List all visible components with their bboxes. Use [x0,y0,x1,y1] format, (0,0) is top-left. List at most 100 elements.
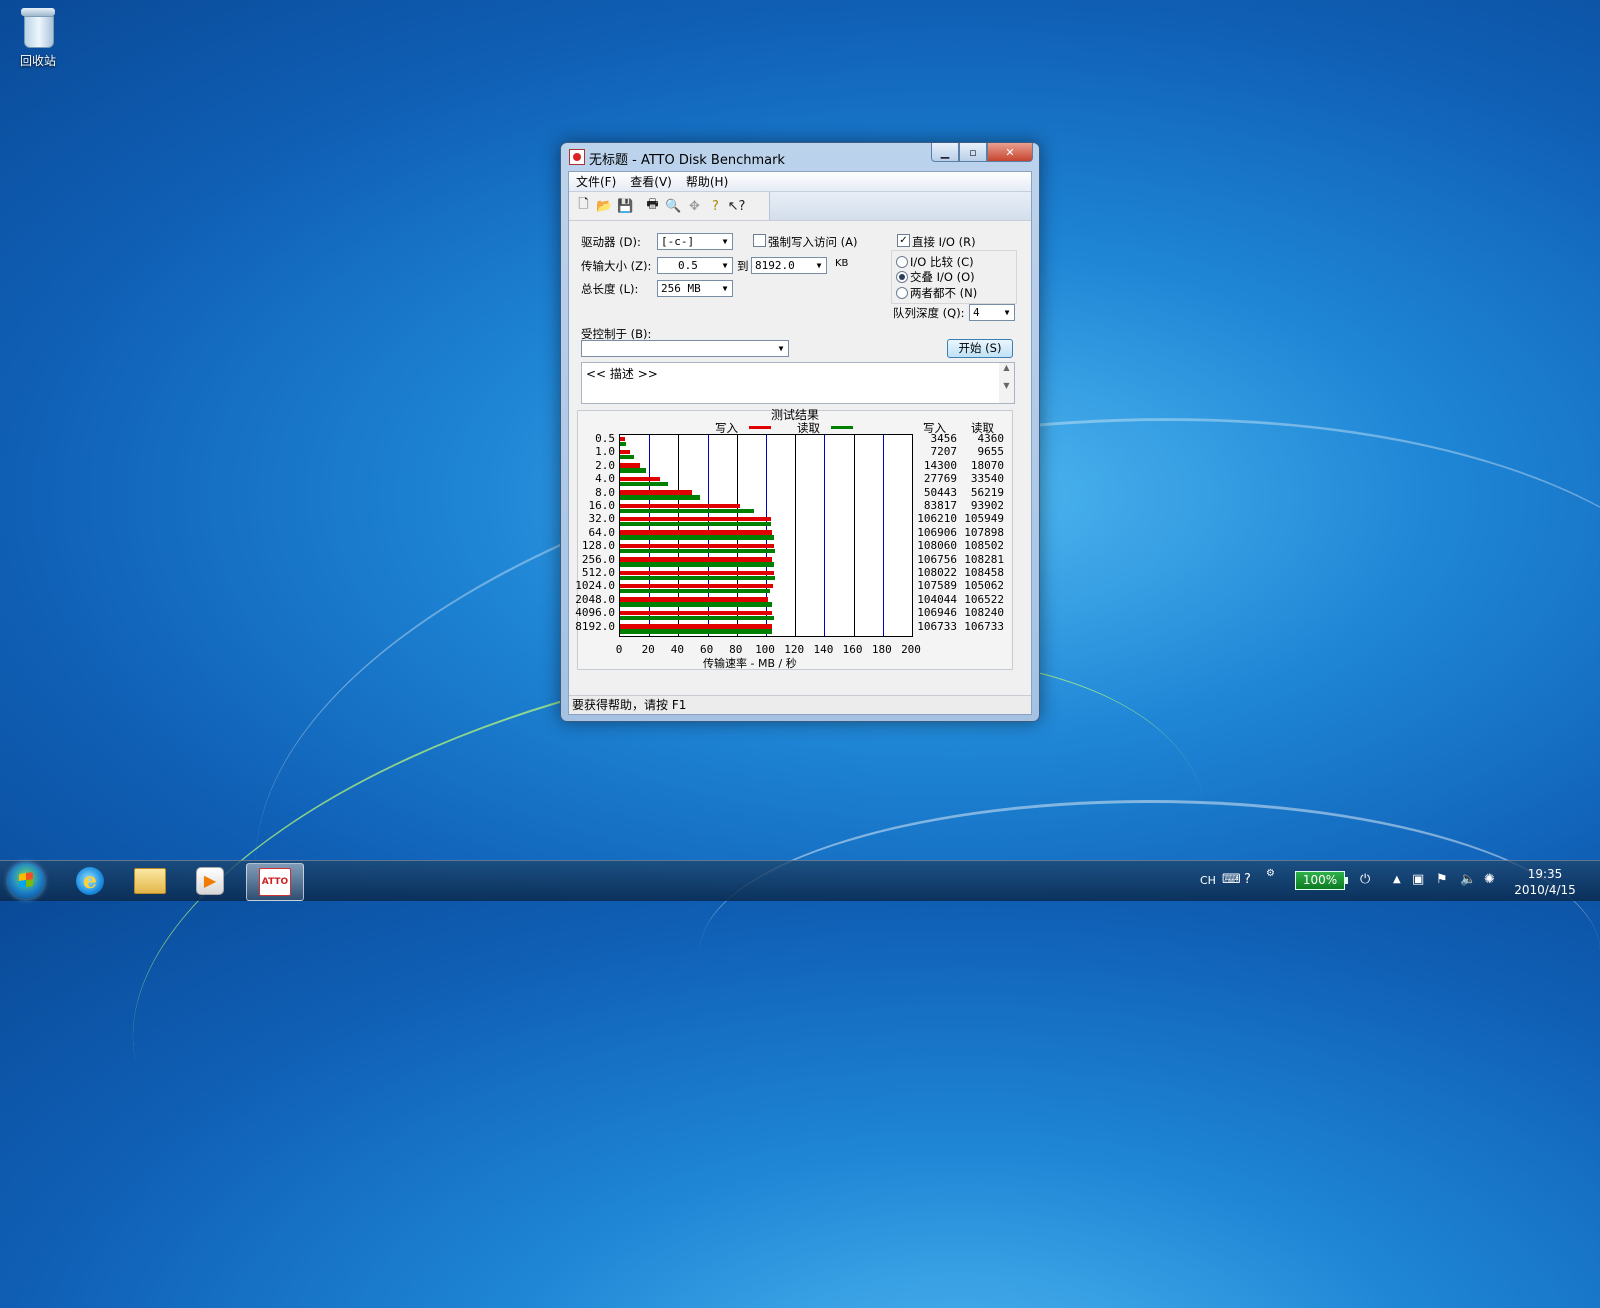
read-bar [620,562,775,567]
write-bar [620,490,692,495]
language-indicator[interactable]: CH [1200,874,1216,887]
io-compare-label: I/O 比较 (C) [910,255,974,269]
read-value: 108458 [964,566,1004,579]
start-button[interactable] [8,863,44,899]
description-text: << 描述 >> [586,367,658,381]
atto-window: 无标题 - ATTO Disk Benchmark ▁ ▫ ✕ 文件(F) 查看… [560,142,1040,722]
queue-depth-value: 4 [973,306,980,319]
toolbar: 🗋 📂 💾 🖶 🔍 ✥ ? ↖? [569,192,1031,221]
total-length-select[interactable]: 256 MB ▼ [657,280,733,297]
write-value: 106210 [917,512,957,526]
close-button[interactable]: ✕ [987,143,1033,162]
overlapped-io-radio[interactable] [896,271,908,283]
app-icon[interactable] [569,149,585,165]
read-bar [620,602,772,607]
y-tick-label: 4.0 [595,472,615,486]
menu-file[interactable]: 文件(F) [569,173,623,190]
y-tick-label: 2048.0 [575,592,615,606]
write-bar [620,503,740,508]
read-bar [620,575,775,580]
maximize-button[interactable]: ▫ [959,143,987,162]
chevron-down-icon: ▼ [722,284,728,293]
queue-depth-label: 队列深度 (Q): [893,306,965,320]
y-tick-label: 128.0 [581,539,615,553]
y-tick-label: 4096.0 [575,606,615,620]
read-bar [620,521,772,527]
transfer-from-select[interactable]: 0.5 ▼ [657,257,733,274]
taskbar-explorer[interactable] [122,863,178,899]
write-value: 107589 [917,579,957,593]
action-center-flag-icon[interactable]: ⚑ [1436,872,1448,887]
read-bar [620,481,668,487]
controlled-by-select[interactable]: ▼ [581,340,789,357]
media-player-icon: ▶ [196,867,224,895]
save-icon[interactable]: 💾 [615,196,636,216]
transfer-to-value: 8192.0 [755,259,795,272]
chevron-down-icon: ▼ [722,261,728,270]
title-bar[interactable]: 无标题 - ATTO Disk Benchmark ▁ ▫ ✕ [561,143,1039,171]
read-value: 56219 [970,485,1004,499]
taskbar-atto[interactable]: ATTO [246,863,304,901]
taskbar-media-player[interactable]: ▶ [182,863,238,899]
write-value: 104044 [917,592,957,606]
battery-level: 100% [1302,873,1338,887]
y-tick-label: 16.0 [588,499,616,512]
write-value: 106946 [917,606,957,620]
recycle-bin[interactable]: 回收站 [10,6,66,69]
drive-label: 驱动器 (D): [581,235,641,249]
transfer-from-value: 0.5 [678,259,698,272]
open-icon[interactable]: 📂 [594,196,615,216]
total-length-value: 256 MB [661,282,701,295]
neither-label: 两者都不 (N) [910,286,978,300]
read-bar [620,441,627,446]
direct-io-label: 直接 I/O (R) [912,235,976,249]
direct-io-checkbox[interactable]: ✓ [897,234,910,247]
status-text: 要获得帮助，请按 F1 [572,698,687,712]
write-value: 108022 [917,566,957,579]
show-hidden-icons[interactable]: ▲ [1393,874,1401,885]
read-value: 105949 [964,512,1004,526]
neither-radio[interactable] [896,287,908,299]
read-bar [620,548,775,554]
client-area: 文件(F) 查看(V) 帮助(H) 🗋 📂 💾 🖶 🔍 ✥ ? ↖? 驱动器 (… [568,171,1032,715]
keyboard-icon[interactable]: ⌨ [1222,872,1241,887]
ime-options-icon[interactable]: ⚙ [1266,868,1275,879]
read-value: 106522 [964,592,1004,606]
volume-icon[interactable]: 🔈 [1460,872,1476,887]
x-tick-label: 40 [670,643,685,656]
force-write-checkbox[interactable] [753,234,766,247]
unit-label: KB [835,258,849,269]
clock[interactable]: 19:35 2010/4/15 [1500,866,1590,898]
menu-view[interactable]: 查看(V) [623,173,679,190]
legend-read-swatch [831,426,853,429]
network-icon[interactable]: ✺ [1484,872,1495,887]
grid-line [795,435,797,636]
menu-help[interactable]: 帮助(H) [679,173,735,190]
read-bar [620,535,774,540]
context-help-icon[interactable]: ↖? [726,196,747,216]
battery-indicator[interactable]: 100% [1295,871,1348,890]
taskbar-ie[interactable]: e [62,863,118,899]
minimize-button[interactable]: ▁ [931,143,959,162]
drive-select[interactable]: [-c-] ▼ [657,233,733,250]
queue-depth-select[interactable]: 4 ▼ [969,304,1015,321]
chart-plot-area [619,434,913,637]
transfer-to-select[interactable]: 8192.0 ▼ [751,257,827,274]
new-icon[interactable]: 🗋 [573,196,594,216]
help-tray-icon[interactable]: ? [1244,872,1251,887]
move-icon[interactable]: ✥ [684,196,705,216]
io-compare-radio[interactable] [896,256,908,268]
description-box[interactable]: << 描述 >> ▲ ▼ [581,362,1015,404]
power-plug-icon[interactable]: ⏻ [1360,872,1370,887]
start-button[interactable]: 开始 (S) [947,339,1013,358]
print-preview-icon[interactable]: 🔍 [663,196,684,216]
description-scrollbar[interactable]: ▲ ▼ [999,363,1014,403]
print-icon[interactable]: 🖶 [642,196,663,216]
help-icon[interactable]: ? [705,196,726,216]
write-value: 106756 [917,552,957,566]
device-icon[interactable]: ▣ [1412,872,1424,887]
x-axis-label: 传输速率 - MB / 秒 [703,657,797,670]
transfer-size-label: 传输大小 (Z): [581,259,652,273]
write-bar [620,449,631,455]
read-value: 107898 [964,525,1004,539]
